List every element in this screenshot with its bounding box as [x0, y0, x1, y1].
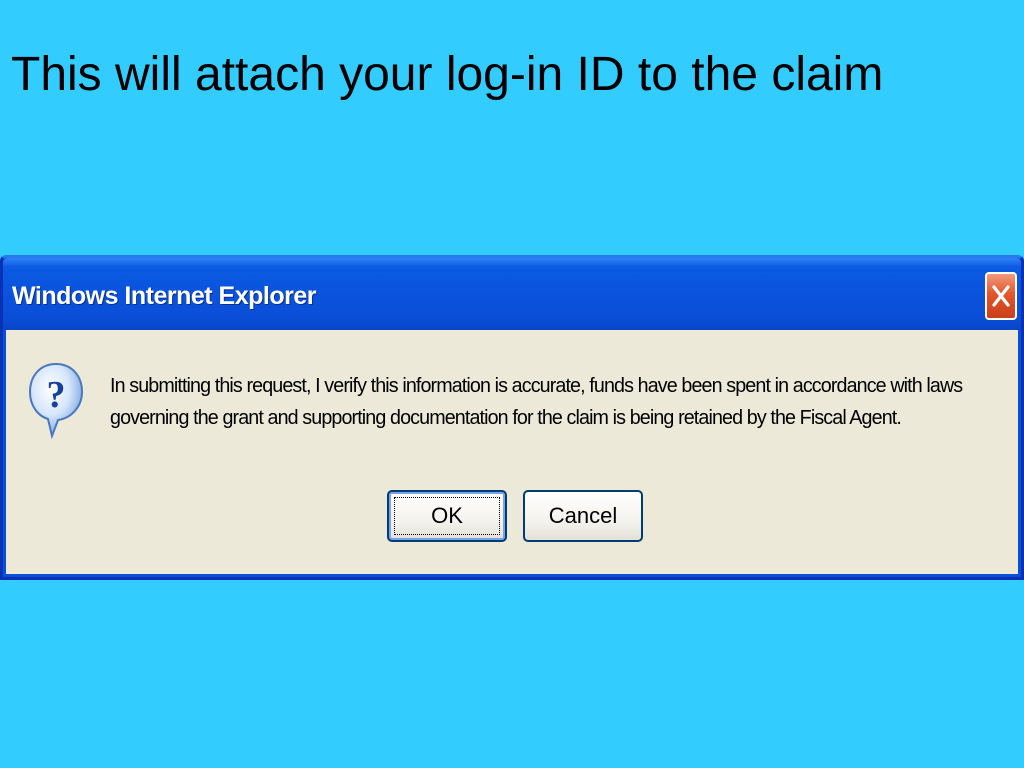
- dialog-titlebar[interactable]: Windows Internet Explorer: [3, 258, 1021, 330]
- svg-text:?: ?: [47, 374, 66, 416]
- cancel-button-label: Cancel: [548, 503, 618, 528]
- slide-title: This will attach your log-in ID to the c…: [11, 48, 884, 101]
- cancel-button[interactable]: Cancel: [523, 490, 643, 542]
- ok-button[interactable]: OK: [387, 490, 507, 542]
- question-icon: ?: [28, 362, 84, 440]
- close-icon: [992, 285, 1010, 307]
- slide: This will attach your log-in ID to the c…: [0, 0, 1024, 768]
- focus-ring: [394, 497, 500, 535]
- dialog-body: ? In submitting this request, I verify t…: [6, 330, 1018, 574]
- confirm-dialog: Windows Internet Explorer ? In submittin…: [0, 255, 1024, 580]
- close-button[interactable]: [985, 272, 1017, 320]
- dialog-title: Windows Internet Explorer: [12, 282, 316, 310]
- dialog-message: In submitting this request, I verify thi…: [110, 375, 963, 429]
